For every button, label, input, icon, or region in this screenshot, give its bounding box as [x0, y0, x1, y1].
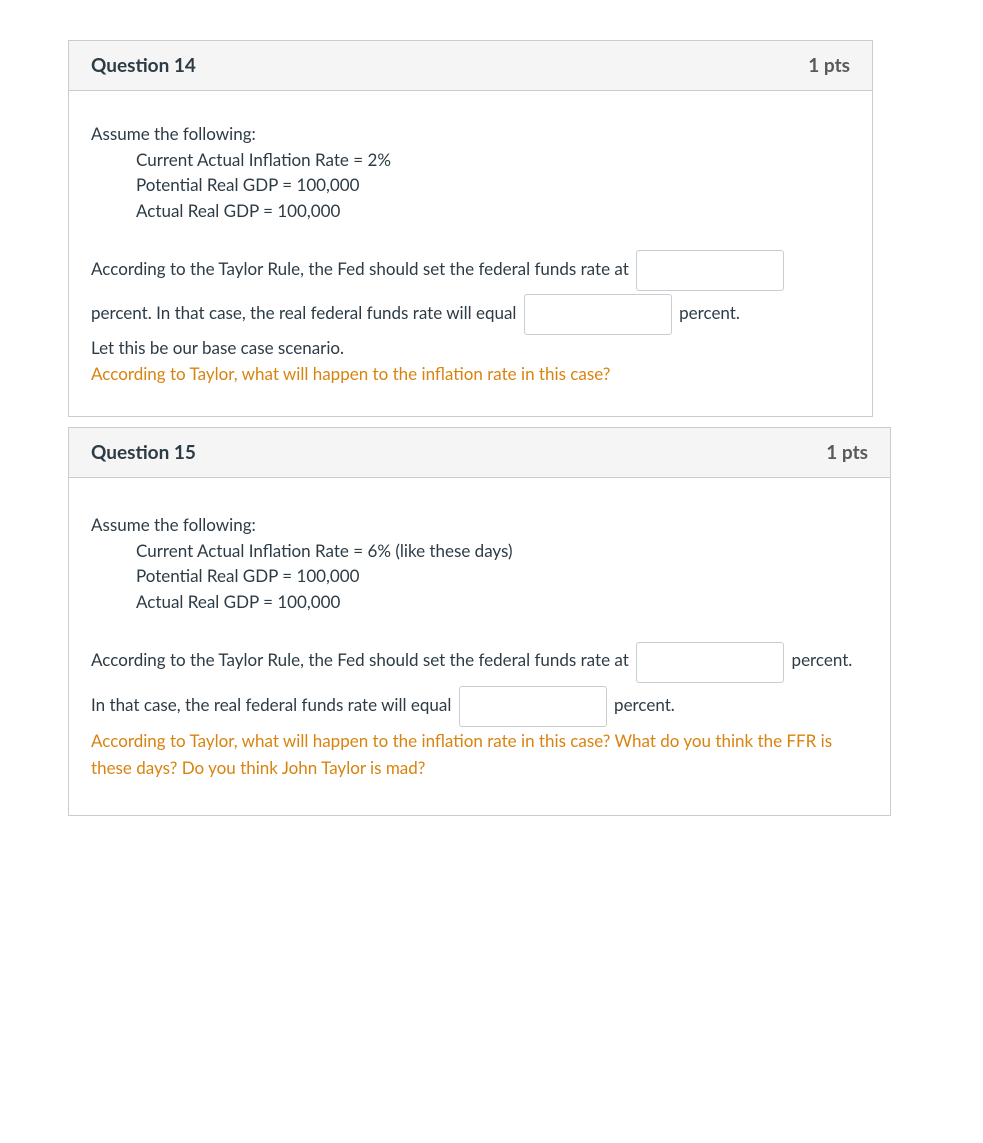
followup-question: According to Taylor, what will happen to…	[91, 727, 868, 781]
answer-input-1[interactable]	[636, 250, 784, 291]
question-header: Question 14 1 pts	[69, 41, 872, 91]
intro-text: Assume the following:	[91, 121, 850, 147]
followup-question: According to Taylor, what will happen to…	[91, 361, 850, 387]
question-title: Question 15	[91, 441, 196, 464]
fill-text: According to the Taylor Rule, the Fed sh…	[91, 258, 633, 279]
base-case-text: Let this be our base case scenario.	[91, 335, 850, 361]
assumption-line: Current Actual Inflation Rate = 2%	[91, 147, 850, 173]
question-points: 1 pts	[808, 54, 850, 77]
intro-text: Assume the following:	[91, 512, 868, 538]
answer-input-2[interactable]	[459, 686, 607, 727]
assumption-line: Actual Real GDP = 100,000	[91, 589, 868, 615]
fill-in-prompt: According to the Taylor Rule, the Fed sh…	[91, 638, 868, 726]
fill-text: percent.	[610, 694, 675, 715]
fill-in-prompt: According to the Taylor Rule, the Fed sh…	[91, 247, 850, 335]
assumption-line: Current Actual Inflation Rate = 6% (like…	[91, 538, 868, 564]
answer-input-2[interactable]	[524, 294, 672, 335]
fill-text: According to the Taylor Rule, the Fed sh…	[91, 649, 633, 670]
fill-text: percent.	[675, 302, 740, 323]
question-card-15: Question 15 1 pts Assume the following: …	[68, 427, 891, 816]
assumption-line: Potential Real GDP = 100,000	[91, 563, 868, 589]
question-body: Assume the following: Current Actual Inf…	[69, 478, 890, 815]
answer-input-1[interactable]	[636, 642, 784, 683]
question-card-14: Question 14 1 pts Assume the following: …	[68, 40, 873, 417]
assumption-line: Potential Real GDP = 100,000	[91, 172, 850, 198]
question-header: Question 15 1 pts	[69, 428, 890, 478]
question-points: 1 pts	[826, 441, 868, 464]
question-body: Assume the following: Current Actual Inf…	[69, 91, 872, 416]
fill-text: percent. In that case, the real federal …	[91, 302, 521, 323]
question-title: Question 14	[91, 54, 196, 77]
assumption-line: Actual Real GDP = 100,000	[91, 198, 850, 224]
